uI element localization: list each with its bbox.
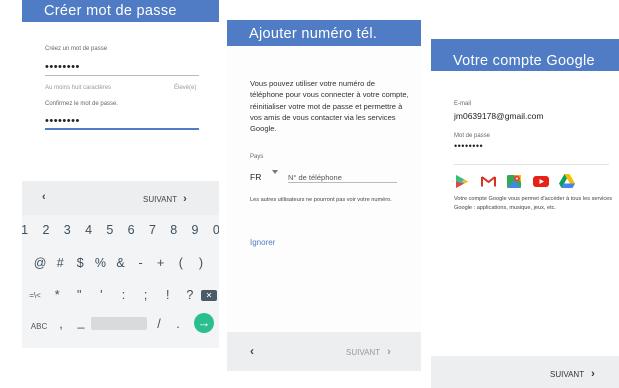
screen-google-account: Votre compte Google E-mail jm0639178@gma… (431, 39, 619, 388)
keyboard-key[interactable]: 8 (163, 223, 184, 237)
confirm-password-label: Confirmez le mot de passe. (45, 101, 119, 107)
next-button-label: SUIVANT (143, 195, 177, 204)
chevron-left-icon: ‹ (42, 191, 46, 203)
header-bar: Ajouter numéro tél. (227, 20, 421, 46)
next-button-label: SUIVANT (550, 370, 584, 379)
password-value: •••••••• (454, 141, 484, 151)
email-label: E-mail (454, 101, 472, 107)
confirm-password-field[interactable]: •••••••• (45, 116, 80, 127)
keyboard-key[interactable]: =\< (24, 288, 46, 302)
screen-add-phone: Ajouter numéro tél. Vous pouvez utiliser… (227, 20, 421, 371)
screen-create-password: Créer mot de passe Créez un mot de passe… (22, 0, 219, 348)
navigation-bar: ‹ SUIVANT › (22, 181, 219, 215)
dropdown-arrow-icon (272, 170, 278, 174)
keyboard-key[interactable]: @ (30, 256, 50, 270)
next-button[interactable]: SUIVANT › (346, 346, 391, 358)
strength-indicator: Élevé(e) (174, 85, 197, 91)
keyboard-key[interactable]: 2 (35, 223, 56, 237)
header-bar: Votre compte Google (431, 39, 619, 71)
keyboard-key[interactable]: - (131, 256, 151, 270)
header-bar: Créer mot de passe (22, 0, 219, 22)
password-underline (45, 75, 199, 76)
abc-key[interactable]: ABC (28, 319, 50, 331)
arrow-right-icon: → (197, 315, 211, 330)
gmail-icon (481, 176, 496, 187)
confirm-underline (45, 128, 199, 130)
underscore-key[interactable]: _ (70, 315, 92, 329)
backspace-key[interactable]: ✕ (200, 290, 217, 301)
country-label: Pays (250, 154, 264, 160)
keyboard-key[interactable]: 4 (78, 223, 99, 237)
chevron-right-icon: › (591, 368, 595, 380)
password-field[interactable]: •••••••• (45, 62, 80, 73)
ignore-link[interactable]: Ignorer (250, 238, 275, 247)
keyboard-key[interactable]: 7 (142, 223, 163, 237)
create-password-label: Créez un mot de passe (45, 46, 108, 52)
keyboard-row-bottom: ABC , _ / . → (22, 313, 219, 343)
keyboard-key[interactable]: 5 (99, 223, 120, 237)
keyboard-key[interactable]: & (110, 256, 130, 270)
phone-placeholder: N° de téléphone (288, 173, 342, 182)
keyboard-key[interactable]: * (46, 288, 68, 302)
keyboard: 1234567890 @ # $% & - +() =\< * " ':;!? ✕ ABC , _… (22, 215, 219, 348)
chevron-right-icon: › (183, 193, 187, 205)
keyboard-key[interactable]: ? (179, 288, 201, 302)
period-key[interactable]: . (167, 317, 189, 331)
country-select[interactable]: FR (250, 167, 280, 182)
play-store-icon (456, 175, 468, 188)
keyboard-key[interactable]: ) (191, 256, 211, 270)
keyboard-key[interactable]: + (151, 256, 171, 270)
services-description: Votre compte Google vous permet d'accéde… (454, 196, 613, 211)
back-button[interactable]: ‹ (250, 344, 254, 358)
phone-input[interactable]: N° de téléphone (288, 167, 397, 183)
keyboard-row-punct: =\< * " ':;!? ✕ (22, 288, 219, 302)
privacy-notice: Les autres utilisateurs ne pourront pas … (250, 197, 392, 203)
keyboard-key[interactable]: ( (171, 256, 191, 270)
navigation-bar: ‹ SUIVANT › (227, 332, 421, 371)
page-title: Créer mot de passe (44, 3, 177, 19)
maps-icon (507, 175, 521, 188)
enter-key[interactable]: → (194, 313, 214, 333)
keyboard-key[interactable]: ' (90, 288, 112, 302)
email-value: jm0639178@gmail.com (454, 111, 544, 121)
keyboard-row-digits: 1234567890 (22, 223, 219, 237)
chevron-right-icon: › (387, 346, 391, 358)
keyboard-key[interactable]: # (50, 256, 70, 270)
divider (454, 164, 609, 165)
keyboard-key[interactable]: 3 (57, 223, 78, 237)
next-button[interactable]: SUIVANT › (143, 193, 187, 205)
phone-description: Vous pouvez utiliser votre numéro de tél… (250, 79, 409, 134)
keyboard-key[interactable]: " (68, 288, 90, 302)
keyboard-key[interactable]: 1 (22, 223, 35, 237)
keyboard-key[interactable]: $ (70, 256, 90, 270)
youtube-icon (533, 176, 549, 187)
backspace-icon: ✕ (205, 291, 213, 300)
chevron-left-icon: ‹ (250, 344, 254, 358)
app-icons-row (455, 173, 585, 191)
navigation-bar: SUIVANT › (431, 356, 619, 388)
next-button[interactable]: SUIVANT › (550, 368, 595, 380)
keyboard-row-symbols: @ # $% & - +() (22, 256, 219, 270)
keyboard-key[interactable]: ! (157, 288, 179, 302)
comma-key[interactable]: , (50, 317, 72, 331)
password-hint: Au moins huit caractères (45, 85, 112, 91)
keyboard-key[interactable]: 9 (184, 223, 205, 237)
keyboard-key[interactable]: 0 (206, 223, 219, 237)
space-key[interactable] (91, 317, 147, 330)
keyboard-key[interactable]: % (90, 256, 110, 270)
back-button[interactable]: ‹ (42, 191, 46, 203)
page-title: Votre compte Google (453, 53, 595, 69)
keyboard-key[interactable]: ; (135, 288, 157, 302)
next-button-label: SUIVANT (346, 348, 380, 357)
page-title: Ajouter numéro tél. (249, 26, 378, 42)
password-label: Mot de passe (454, 133, 491, 139)
keyboard-key[interactable]: 6 (120, 223, 141, 237)
country-value: FR (250, 172, 262, 182)
drive-icon (559, 174, 575, 188)
keyboard-key[interactable]: : (112, 288, 134, 302)
